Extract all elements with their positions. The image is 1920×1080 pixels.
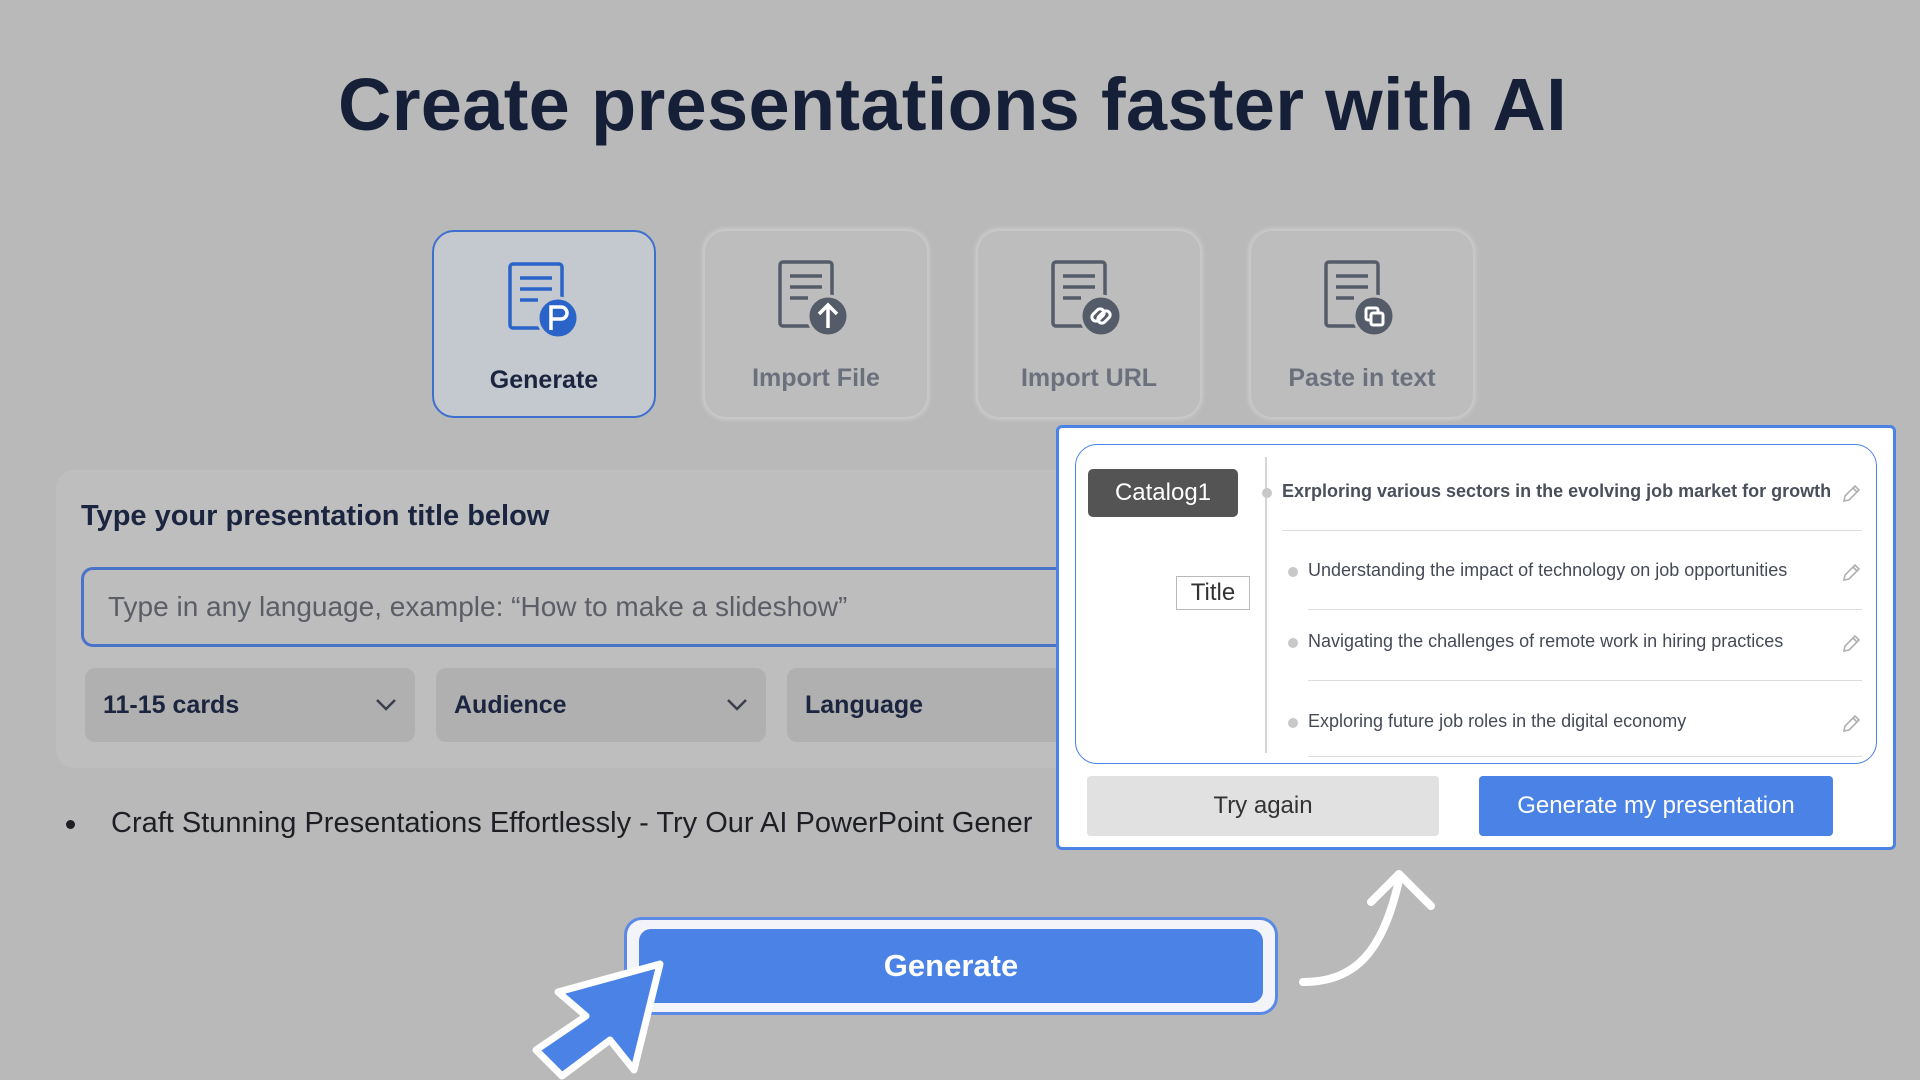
generate-my-presentation-button[interactable]: Generate my presentation bbox=[1479, 776, 1833, 836]
outline-item-text: Exrploring various sectors in the evolvi… bbox=[1282, 481, 1832, 501]
pencil-icon[interactable] bbox=[1840, 713, 1862, 735]
mode-card-import-file[interactable]: Import File bbox=[704, 230, 928, 418]
mode-card-paste-text[interactable]: Paste in text bbox=[1250, 230, 1474, 418]
mode-card-label: Generate bbox=[489, 366, 599, 394]
timeline-node bbox=[1262, 488, 1272, 498]
bullet-dot bbox=[66, 819, 75, 829]
pencil-icon[interactable] bbox=[1840, 483, 1862, 505]
document-p-icon bbox=[508, 262, 580, 340]
page-title: Create presentations faster with AI bbox=[337, 63, 1568, 146]
presentation-title-input[interactable] bbox=[81, 567, 1141, 647]
mode-card-import-url[interactable]: Import URL bbox=[977, 230, 1201, 418]
pencil-icon[interactable] bbox=[1840, 633, 1862, 655]
document-paste-icon bbox=[1324, 260, 1396, 338]
curved-arrow-icon bbox=[1299, 870, 1435, 986]
outline-item[interactable]: Understanding the impact of technology o… bbox=[1288, 552, 1862, 610]
select-value: Language bbox=[805, 690, 924, 719]
outline-item[interactable]: Navigating the challenges of remote work… bbox=[1288, 623, 1862, 681]
cursor-arrow-icon bbox=[532, 960, 664, 1080]
catalog-tag: Catalog1 bbox=[1088, 469, 1238, 517]
outline-item-text: Navigating the challenges of remote work… bbox=[1308, 631, 1784, 651]
try-again-button[interactable]: Try again bbox=[1087, 776, 1439, 836]
mode-card-generate[interactable]: Generate bbox=[432, 230, 656, 418]
timeline-node bbox=[1288, 638, 1298, 648]
title-form-panel: Type your presentation title below 11-15… bbox=[56, 470, 1176, 768]
mode-card-label: Paste in text bbox=[1288, 364, 1436, 392]
chevron-down-icon bbox=[376, 699, 396, 711]
card-count-select[interactable]: 11-15 cards bbox=[85, 668, 415, 742]
chevron-down-icon bbox=[727, 699, 747, 711]
item-divider bbox=[1308, 756, 1862, 757]
outline-panel: Catalog1 Title Exrploring various sector… bbox=[1075, 444, 1877, 764]
outline-item[interactable]: Exrploring various sectors in the evolvi… bbox=[1262, 473, 1862, 531]
select-value: Audience bbox=[454, 690, 567, 719]
generate-button[interactable]: Generate bbox=[639, 929, 1263, 1003]
item-divider bbox=[1308, 680, 1862, 681]
form-heading: Type your presentation title below bbox=[81, 500, 550, 532]
outline-item[interactable]: Exploring future job roles in the digita… bbox=[1288, 703, 1862, 757]
title-tag: Title bbox=[1176, 576, 1250, 610]
select-value: 11-15 cards bbox=[103, 690, 240, 719]
audience-select[interactable]: Audience bbox=[436, 668, 766, 742]
document-upload-icon bbox=[778, 260, 850, 338]
item-divider bbox=[1308, 609, 1862, 610]
outline-item-text: Exploring future job roles in the digita… bbox=[1308, 711, 1687, 731]
item-divider bbox=[1282, 530, 1862, 531]
mode-selector: Generate Import File Import URL Paste in… bbox=[0, 230, 1920, 420]
promo-text: Craft Stunning Presentations Effortlessl… bbox=[111, 807, 1033, 839]
generate-button-frame: Generate bbox=[624, 917, 1278, 1015]
mode-card-label: Import URL bbox=[1020, 364, 1158, 392]
pencil-icon[interactable] bbox=[1840, 562, 1862, 584]
mode-card-label: Import File bbox=[752, 364, 880, 392]
document-link-icon bbox=[1051, 260, 1123, 338]
outline-preview-popup: Catalog1 Title Exrploring various sector… bbox=[1056, 425, 1896, 850]
outline-item-text: Understanding the impact of technology o… bbox=[1308, 560, 1788, 580]
timeline-node bbox=[1288, 567, 1298, 577]
timeline-node bbox=[1288, 718, 1298, 728]
promo-bullet: Craft Stunning Presentations Effortlessl… bbox=[66, 807, 1032, 840]
